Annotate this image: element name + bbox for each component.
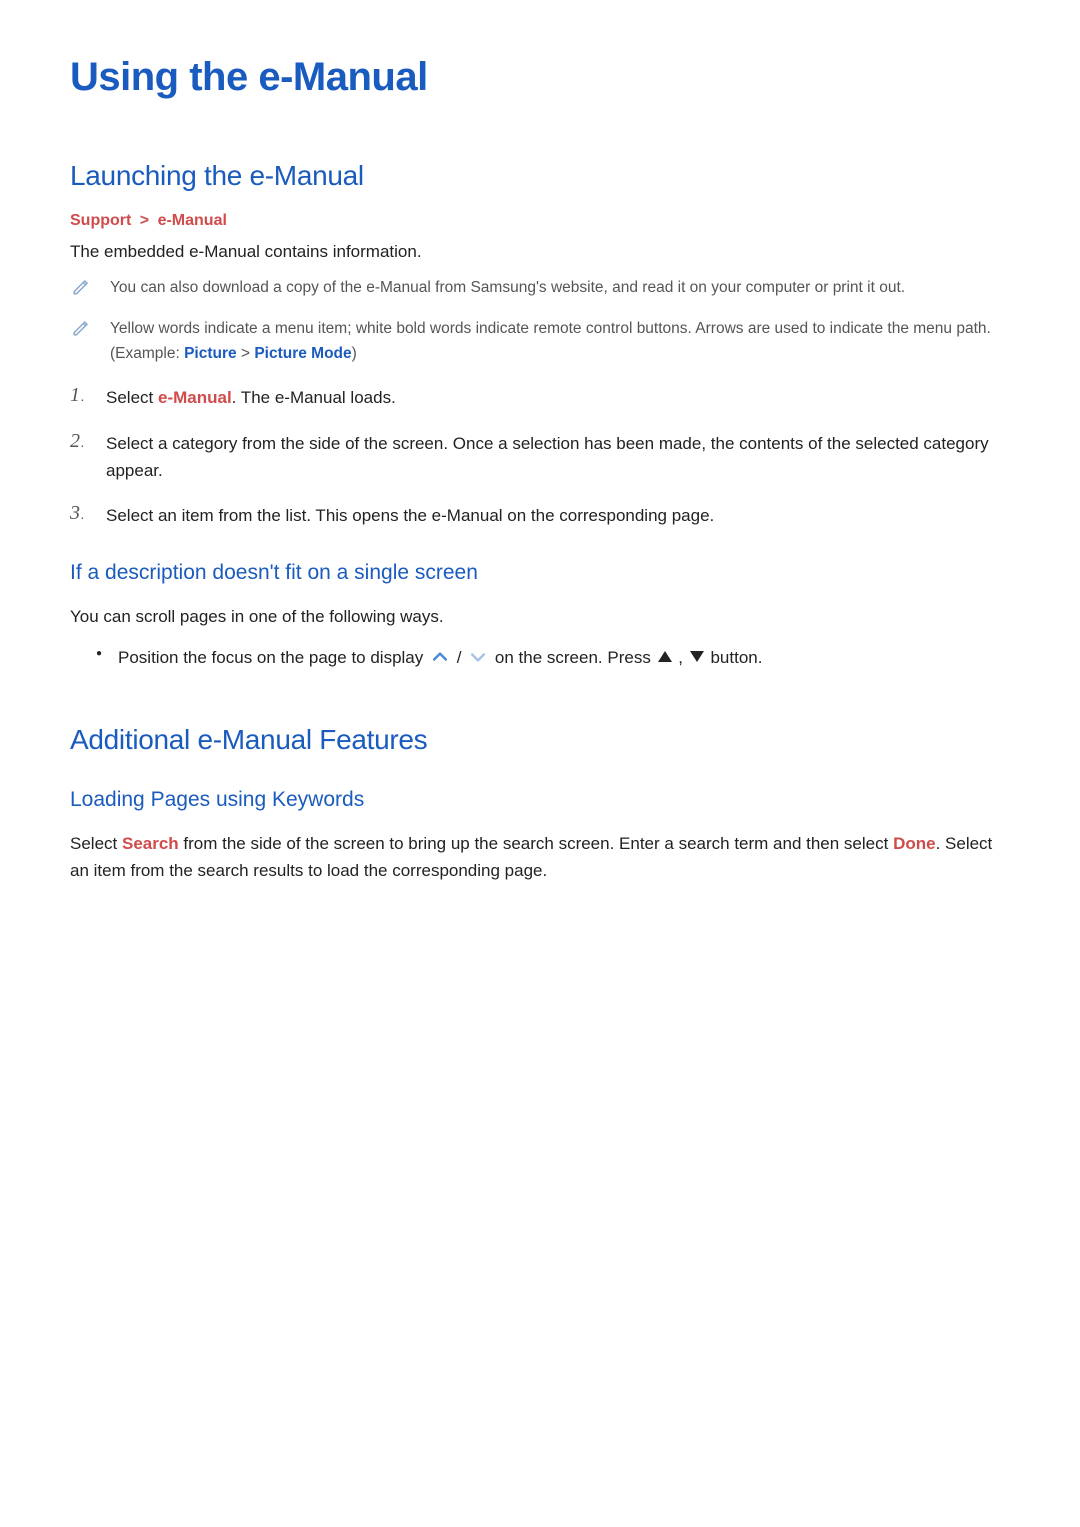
steps-list: 1. Select e-Manual. The e-Manual loads. … bbox=[70, 384, 1010, 529]
subsection-title: If a description doesn't fit on a single… bbox=[70, 561, 1010, 585]
bullet-pre: Position the focus on the page to displa… bbox=[118, 648, 428, 667]
note-item: You can also download a copy of the e-Ma… bbox=[70, 276, 1010, 301]
bullet-comma: , bbox=[678, 648, 687, 667]
step-text: Select an item from the list. This opens… bbox=[106, 502, 1010, 529]
triangle-up-icon bbox=[658, 651, 672, 662]
page-title: Using the e-Manual bbox=[70, 55, 1010, 100]
keywords-body: Select Search from the side of the scree… bbox=[70, 830, 1010, 884]
note-list: You can also download a copy of the e-Ma… bbox=[70, 276, 1010, 366]
step-text: Select e-Manual. The e-Manual loads. bbox=[106, 384, 1010, 411]
bullet-mid: / bbox=[457, 648, 466, 667]
bullet-list: Position the focus on the page to displa… bbox=[96, 644, 1010, 671]
triangle-down-icon bbox=[690, 651, 704, 662]
breadcrumb-sep: > bbox=[140, 212, 149, 229]
step-item: 3. Select an item from the list. This op… bbox=[70, 502, 1010, 529]
section-additional-title: Additional e-Manual Features bbox=[70, 724, 1010, 756]
breadcrumb: Support > e-Manual bbox=[70, 212, 1010, 230]
breadcrumb-b: e-Manual bbox=[158, 212, 227, 229]
step-marker: 3. bbox=[70, 502, 98, 525]
subsection-keywords-title: Loading Pages using Keywords bbox=[70, 788, 1010, 812]
note-text: Yellow words indicate a menu item; white… bbox=[110, 317, 1010, 367]
bullet-post: on the screen. Press bbox=[495, 648, 656, 667]
bullet-item: Position the focus on the page to displa… bbox=[96, 644, 1010, 671]
bullet-tail: button. bbox=[710, 648, 762, 667]
step-text: Select a category from the side of the s… bbox=[106, 430, 1010, 484]
note-item: Yellow words indicate a menu item; white… bbox=[70, 317, 1010, 367]
pencil-icon bbox=[70, 319, 92, 337]
pencil-icon bbox=[70, 278, 92, 296]
step-marker: 1. bbox=[70, 384, 98, 407]
breadcrumb-a: Support bbox=[70, 212, 131, 229]
step-item: 2. Select a category from the side of th… bbox=[70, 430, 1010, 484]
chevron-up-icon bbox=[430, 647, 450, 667]
chevron-down-icon bbox=[468, 647, 488, 667]
intro-text: The embedded e-Manual contains informati… bbox=[70, 242, 1010, 262]
step-item: 1. Select e-Manual. The e-Manual loads. bbox=[70, 384, 1010, 411]
subsection-intro: You can scroll pages in one of the follo… bbox=[70, 603, 1010, 630]
section-launching-title: Launching the e-Manual bbox=[70, 160, 1010, 192]
note-text: You can also download a copy of the e-Ma… bbox=[110, 276, 1010, 301]
step-marker: 2. bbox=[70, 430, 98, 453]
